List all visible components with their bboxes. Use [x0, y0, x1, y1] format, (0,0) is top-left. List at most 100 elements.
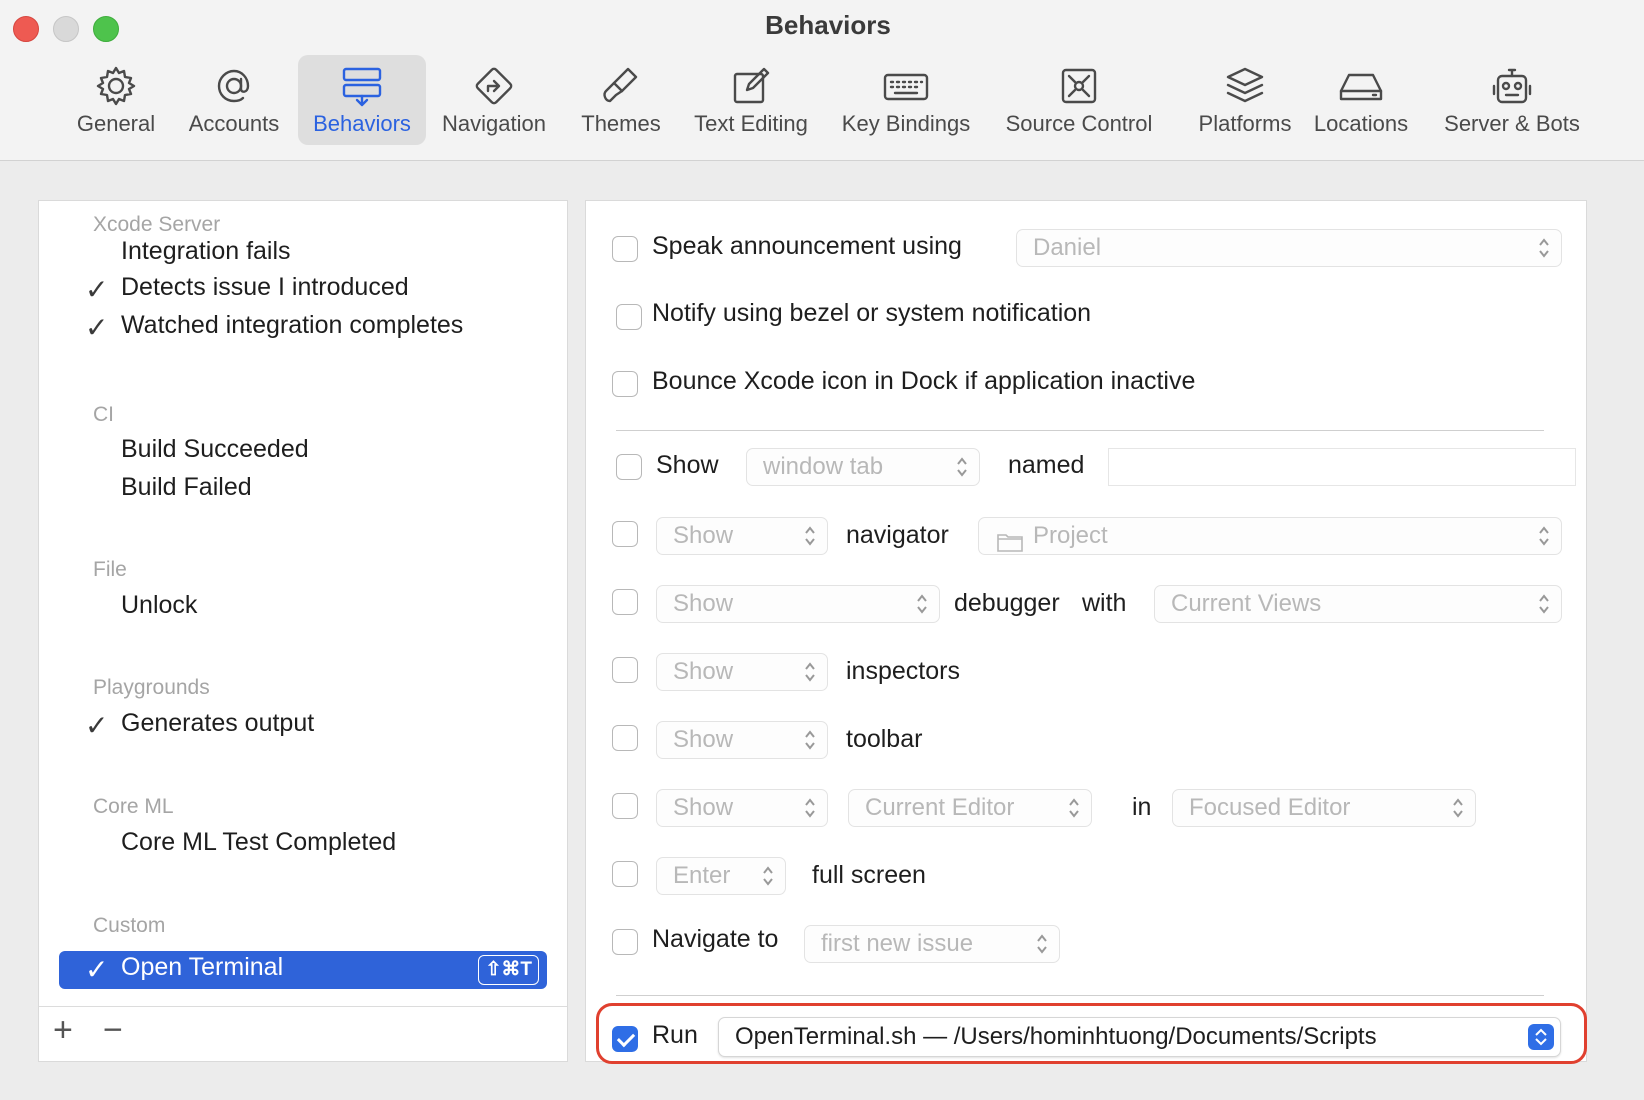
- list-item[interactable]: Detects issue I introduced: [121, 273, 409, 302]
- debugger-views-popup[interactable]: Current Views: [1154, 585, 1562, 623]
- navigator-target-popup[interactable]: Project: [978, 517, 1562, 555]
- tab-source-control[interactable]: Source Control: [996, 55, 1162, 145]
- navigator-target-value: Project: [1033, 522, 1108, 549]
- tab-platforms[interactable]: Platforms: [1177, 55, 1313, 145]
- debugger-show-value: Show: [673, 590, 734, 617]
- list-item-selected[interactable]: ✓ Open Terminal ⇧⌘T: [59, 951, 547, 989]
- tab-themes[interactable]: Themes: [570, 55, 672, 145]
- list-item-label: Open Terminal: [121, 953, 284, 981]
- editor-show-popup[interactable]: Show: [656, 789, 828, 827]
- toolbar-show-value: Show: [673, 726, 734, 753]
- remove-behavior-button[interactable]: −: [103, 1013, 123, 1047]
- popup-arrows-icon: [1537, 590, 1551, 618]
- tab-accounts-label: Accounts: [188, 111, 280, 136]
- window-toolbar: Behaviors General Accounts Behaviors Nav…: [0, 0, 1644, 161]
- list-item[interactable]: Unlock: [121, 591, 197, 620]
- navigate-target-popup[interactable]: first new issue: [804, 925, 1060, 963]
- tab-behaviors-label: Behaviors: [313, 111, 411, 136]
- section-header: CI: [93, 403, 114, 426]
- tab-locations[interactable]: Locations: [1306, 55, 1416, 145]
- speak-label: Speak announcement using: [652, 232, 962, 260]
- popup-arrows-icon: [803, 726, 817, 754]
- fullscreen-label: full screen: [812, 861, 926, 889]
- divider: [616, 430, 1544, 431]
- show-tab-checkbox[interactable]: [616, 454, 642, 480]
- editor-checkbox[interactable]: [612, 793, 638, 819]
- fullscreen-popup[interactable]: Enter: [656, 857, 786, 895]
- tab-general[interactable]: General: [60, 55, 172, 145]
- section-header: File: [93, 558, 127, 581]
- toolbar-show-popup[interactable]: Show: [656, 721, 828, 759]
- tab-navigation-label: Navigation: [442, 111, 546, 136]
- drive-icon: [1337, 63, 1385, 109]
- navigate-label: Navigate to: [652, 925, 779, 953]
- run-checkbox[interactable]: [612, 1026, 638, 1052]
- toolbar-checkbox[interactable]: [612, 725, 638, 751]
- navigate-target-value: first new issue: [821, 930, 974, 957]
- focused-editor-popup[interactable]: Focused Editor: [1172, 789, 1476, 827]
- source-control-icon: [1055, 63, 1103, 109]
- navigator-show-popup[interactable]: Show: [656, 517, 828, 555]
- tab-themes-label: Themes: [581, 111, 661, 136]
- popup-arrows-icon: [1035, 930, 1049, 958]
- tab-key-bindings-label: Key Bindings: [841, 111, 971, 136]
- editor-target-popup[interactable]: Current Editor: [848, 789, 1092, 827]
- tab-locations-label: Locations: [1313, 111, 1409, 136]
- list-item[interactable]: Build Succeeded: [121, 435, 309, 464]
- at-icon: [210, 63, 258, 109]
- debugger-checkbox[interactable]: [612, 589, 638, 615]
- list-item[interactable]: Generates output: [121, 709, 314, 738]
- tab-key-bindings[interactable]: Key Bindings: [833, 55, 979, 145]
- behavior-settings: Speak announcement using Daniel Notify u…: [585, 200, 1587, 1062]
- checkmark-icon: ✓: [85, 954, 109, 985]
- navigator-checkbox[interactable]: [612, 521, 638, 547]
- checkmark-icon: ✓: [85, 312, 109, 343]
- tab-behaviors[interactable]: Behaviors: [298, 55, 426, 145]
- popup-arrows-icon: [803, 522, 817, 550]
- list-item[interactable]: Integration fails: [121, 237, 291, 266]
- tab-server-bots[interactable]: Server & Bots: [1436, 55, 1588, 145]
- named-label: named: [1008, 451, 1085, 479]
- gear-icon: [92, 63, 140, 109]
- tab-type-popup[interactable]: window tab: [746, 448, 980, 486]
- inspectors-checkbox[interactable]: [612, 657, 638, 683]
- speak-checkbox[interactable]: [612, 236, 638, 262]
- debugger-show-popup[interactable]: Show: [656, 585, 940, 623]
- section-header: Custom: [93, 914, 166, 937]
- add-behavior-button[interactable]: +: [53, 1013, 73, 1047]
- voice-value: Daniel: [1033, 234, 1102, 261]
- shortcut-badge: ⇧⌘T: [478, 955, 539, 985]
- navigation-icon: [470, 63, 518, 109]
- tab-accounts[interactable]: Accounts: [175, 55, 293, 145]
- debugger-label: debugger: [954, 589, 1060, 617]
- tab-text-editing[interactable]: Text Editing: [684, 55, 818, 145]
- popup-arrows-icon: [1451, 794, 1465, 822]
- inspectors-show-popup[interactable]: Show: [656, 653, 828, 691]
- voice-popup[interactable]: Daniel: [1016, 229, 1562, 267]
- list-item[interactable]: Watched integration completes: [121, 311, 463, 340]
- tab-name-field[interactable]: [1108, 448, 1576, 486]
- keyboard-icon: [882, 63, 930, 109]
- bounce-checkbox[interactable]: [612, 371, 638, 397]
- debugger-views-value: Current Views: [1171, 590, 1322, 617]
- notify-checkbox[interactable]: [616, 304, 642, 330]
- navigator-label: navigator: [846, 521, 949, 549]
- toolbar-label: toolbar: [846, 725, 923, 753]
- section-header: Core ML: [93, 795, 174, 818]
- folder-icon: [997, 527, 1023, 563]
- list-item[interactable]: Build Failed: [121, 473, 252, 502]
- run-script-popup[interactable]: OpenTerminal.sh — /Users/hominhtuong/Doc…: [718, 1017, 1561, 1057]
- navigate-checkbox[interactable]: [612, 929, 638, 955]
- popup-arrows-icon: [803, 794, 817, 822]
- list-item[interactable]: Core ML Test Completed: [121, 828, 396, 857]
- inspectors-show-value: Show: [673, 658, 734, 685]
- window-title: Behaviors: [765, 10, 891, 40]
- tab-navigation[interactable]: Navigation: [432, 55, 556, 145]
- popup-arrows-icon: [803, 658, 817, 686]
- layers-icon: [1221, 63, 1269, 109]
- fullscreen-checkbox[interactable]: [612, 861, 638, 887]
- tab-general-label: General: [76, 111, 156, 136]
- notify-label: Notify using bezel or system notificatio…: [652, 299, 1092, 327]
- popup-arrows-icon: [1528, 1024, 1554, 1050]
- popup-arrows-icon: [955, 453, 969, 481]
